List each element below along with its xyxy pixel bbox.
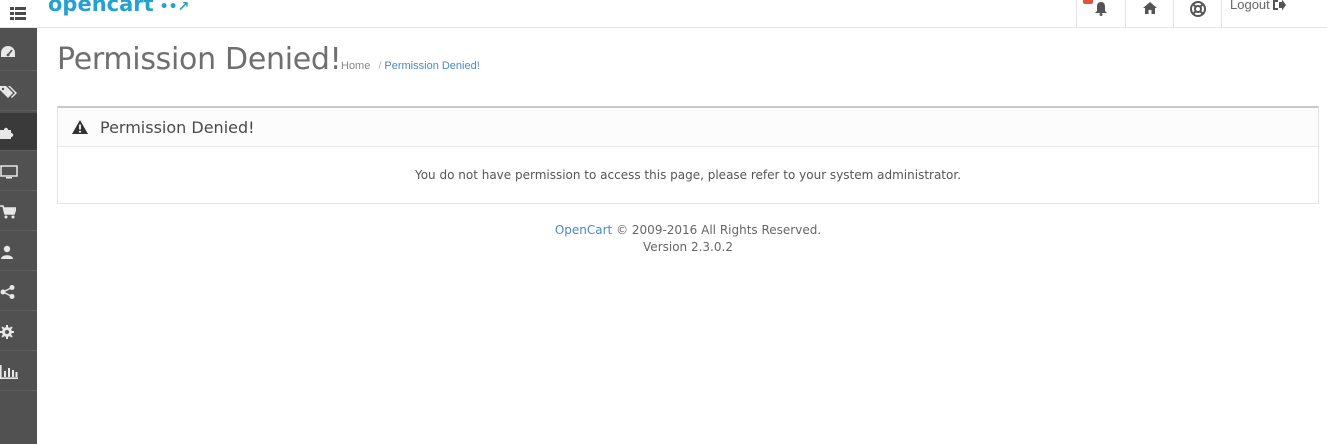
share-icon	[0, 284, 15, 299]
help-button[interactable]	[1173, 0, 1221, 28]
version-text: Version 2.3.0.2	[643, 240, 733, 254]
alerts-button[interactable]	[1076, 0, 1125, 28]
sidebar-item-reports[interactable]	[0, 353, 37, 391]
sidebar-item-extensions[interactable]	[0, 113, 37, 151]
sidebar-item-catalog[interactable]	[0, 73, 37, 111]
gear-icon	[0, 324, 14, 339]
breadcrumb-home-link[interactable]: Home	[341, 60, 370, 72]
bell-icon	[1095, 2, 1107, 16]
warning-icon	[72, 120, 88, 134]
menu-toggle-icon	[10, 7, 26, 20]
logo-text: opencart	[48, 0, 154, 16]
logout-label: Logout	[1230, 0, 1270, 12]
sidebar-item-dashboard[interactable]	[0, 33, 37, 71]
alert-badge	[1083, 0, 1093, 4]
home-button[interactable]	[1125, 0, 1173, 28]
copyright-text: © 2009-2016 All Rights Reserved.	[616, 223, 822, 237]
logout-button[interactable]: Logout	[1221, 0, 1327, 28]
home-icon	[1142, 2, 1157, 14]
breadcrumb: Home / Permission Denied!	[341, 60, 480, 72]
menu-toggle-button[interactable]	[0, 0, 36, 28]
footer-copyright-line: OpenCart © 2009-2016 All Rights Reserved…	[57, 222, 1319, 239]
desktop-icon	[0, 164, 18, 178]
sidebar-item-customers[interactable]	[0, 233, 37, 271]
breadcrumb-current-link[interactable]: Permission Denied!	[384, 60, 479, 72]
breadcrumb-separator: /	[378, 60, 382, 72]
panel-heading: Permission Denied!	[58, 108, 1318, 147]
tags-icon	[0, 85, 17, 98]
sidebar-item-sales[interactable]	[0, 193, 37, 231]
top-header: opencart ••↗ Logout	[0, 0, 1327, 28]
shopping-cart-icon	[0, 204, 16, 218]
panel-title: Permission Denied!	[100, 117, 255, 137]
footer: OpenCart © 2009-2016 All Rights Reserved…	[57, 222, 1319, 256]
user-icon	[1, 245, 13, 259]
dashboard-icon	[1, 45, 15, 57]
bar-chart-icon	[0, 364, 18, 379]
sign-out-icon	[1272, 0, 1286, 11]
permission-message: You do not have permission to access thi…	[414, 167, 962, 182]
header-nav: Logout	[1076, 0, 1327, 28]
logo-cart-icon: ••↗	[159, 0, 190, 15]
left-sidebar	[0, 28, 37, 444]
panel-body: You do not have permission to access thi…	[58, 147, 1318, 202]
sidebar-item-design[interactable]	[0, 153, 37, 191]
life-ring-icon	[1189, 1, 1206, 17]
permission-panel: Permission Denied! You do not have permi…	[57, 106, 1319, 204]
opencart-logo[interactable]: opencart ••↗	[48, 0, 189, 18]
sidebar-item-system[interactable]	[0, 313, 37, 351]
puzzle-icon	[0, 127, 14, 139]
opencart-link[interactable]: OpenCart	[555, 223, 612, 237]
sidebar-item-marketing[interactable]	[0, 273, 37, 311]
page-title: Permission Denied!	[57, 42, 342, 77]
